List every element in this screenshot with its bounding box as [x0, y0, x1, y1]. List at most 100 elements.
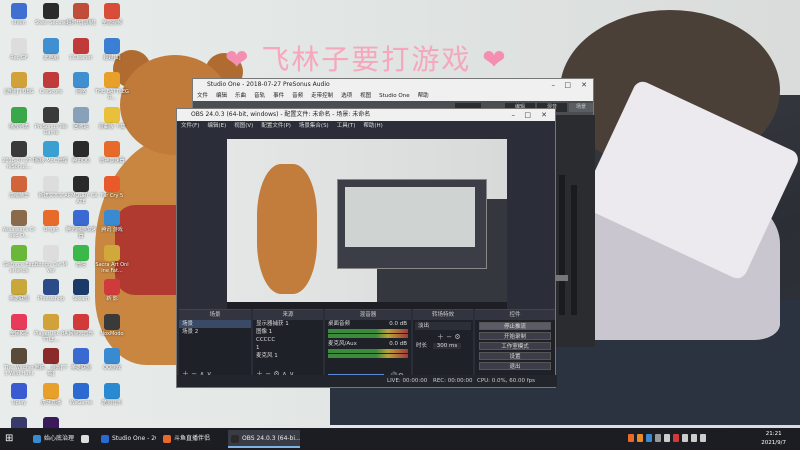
desktop-icon[interactable]: CreScore	[34, 72, 68, 110]
desktop-icon[interactable]: 腾讯QQ	[64, 141, 98, 179]
menu-item[interactable]: 配置文件(P)	[261, 123, 291, 129]
browse-button[interactable]: 场景	[569, 103, 593, 112]
studio-mode-button[interactable]: 工作室模式	[479, 342, 551, 350]
desktop-icon[interactable]: 英雄联盟	[2, 279, 36, 317]
desktop-icon[interactable]: Bongo Cat Mver	[34, 244, 68, 283]
desktop-icon[interactable]: WeGame	[64, 382, 98, 421]
minimize-icon[interactable]: –	[552, 79, 556, 91]
close-icon[interactable]: ✕	[581, 79, 587, 91]
desktop-icon[interactable]: PreSonus WeGame	[34, 106, 68, 145]
desktop-icon[interactable]: Steam	[64, 279, 98, 317]
desktop-icon[interactable]: 地铁... 游戏[下载]	[34, 348, 68, 386]
taskbar-clock[interactable]: 21:21 2021/9/7	[761, 430, 786, 448]
desktop-icon[interactable]: kiWin	[2, 3, 36, 41]
source-item[interactable]: 1	[253, 344, 323, 352]
desktop-icon[interactable]: 网易云音乐	[64, 313, 98, 352]
desktop-icon[interactable]: 雷神加速器	[95, 141, 129, 179]
minimize-icon[interactable]: –	[512, 109, 516, 121]
system-tray[interactable]	[628, 434, 709, 444]
stop-streaming-button[interactable]: 停止推流	[479, 322, 551, 330]
desktop-icon[interactable]: 回收站	[64, 106, 98, 145]
maximize-icon[interactable]: □	[564, 79, 571, 91]
desktop-icon[interactable]: Steel Secuse	[34, 3, 68, 41]
transition-select[interactable]: 淡出	[415, 322, 471, 330]
desktop-icon[interactable]: GeForce Experience	[2, 244, 36, 283]
source-item[interactable]: CCCCC	[253, 336, 323, 344]
desktop-icon[interactable]: Rec/GF	[2, 37, 36, 76]
desktop-icon[interactable]: 酷狗音乐	[95, 382, 129, 421]
desktop-icon[interactable]: 超时代[录制]	[64, 3, 98, 41]
menu-item[interactable]: 视图(V)	[234, 123, 253, 129]
desktop-icon[interactable]: 超级 MoC管理	[34, 141, 68, 179]
desktop-icon[interactable]: 网络	[64, 72, 98, 110]
studio-title-bar[interactable]: Studio One - 2018-07-27 PreSonus Audio –…	[193, 79, 593, 91]
desktop-icon[interactable]: QQ游戏	[95, 348, 129, 386]
menu-item[interactable]: 视图	[360, 93, 371, 99]
taskbar-item[interactable]: OBS 24.0.3 (64-bi...	[228, 430, 300, 448]
desktop-icon[interactable]: 新建文本文	[34, 175, 68, 214]
desktop-icon[interactable]: 新 影	[95, 279, 129, 317]
menu-item[interactable]: 场景集合(S)	[299, 123, 329, 129]
desktop-icon[interactable]: Uplay	[2, 382, 36, 421]
start-icon[interactable]: ⊞	[5, 433, 16, 444]
menu-item[interactable]: 选项	[341, 93, 352, 99]
desktop-icon[interactable]: CCleaner	[64, 37, 98, 76]
menu-item[interactable]: 乐曲	[235, 93, 246, 99]
source-item[interactable]: 图像 1	[253, 328, 323, 336]
desktop-icon[interactable]: Sacra Art Online Fat...	[95, 244, 129, 283]
menu-item[interactable]: 帮助(H)	[363, 123, 382, 129]
desktop-icon[interactable]: Far Cry 5	[95, 175, 129, 214]
duration-field[interactable]: 300 ms	[432, 343, 462, 349]
exit-button[interactable]: 退出	[479, 362, 551, 370]
desktop-icon[interactable]: THE BATTLEGR...	[95, 72, 129, 110]
desktop-icon[interactable]: PlayerUnk BATTLE...	[34, 313, 68, 352]
menu-item[interactable]: 走带控制	[311, 93, 333, 99]
desktop-icon[interactable]: 虎牙直播	[34, 382, 68, 421]
desktop-icon[interactable]: 全能视频	[95, 3, 129, 41]
obs-title-bar[interactable]: OBS 24.0.3 (64-bit, windows) - 配置文件: 未命名…	[177, 109, 555, 121]
desktop-icon[interactable]: NoxModo	[95, 313, 129, 352]
menu-item[interactable]: 编辑	[216, 93, 227, 99]
menu-item[interactable]: 工具(T)	[337, 123, 356, 129]
desktop-icon[interactable]: 英雄联盟	[64, 348, 98, 386]
desktop-icon[interactable]: 腾讯网游加速器	[64, 210, 98, 248]
scene-item[interactable]: 场景	[179, 320, 251, 328]
desktop-icon[interactable]: 2018-07-27 PreSonus...	[2, 141, 36, 179]
taskbar-item[interactable]: 斗鱼直播伴侣	[160, 430, 224, 448]
menu-item[interactable]: 文件	[197, 93, 208, 99]
desktop-icon[interactable]: 原曲版 下载	[95, 106, 129, 145]
menu-item[interactable]: 音频	[292, 93, 303, 99]
desktop-icon[interactable]: ARMOURY CRATE	[64, 175, 98, 214]
close-icon[interactable]: ✕	[541, 109, 547, 121]
desktop-icon[interactable]: Photoshop	[34, 279, 68, 317]
desktop-icon[interactable]: 全民K歌	[2, 313, 36, 352]
obs-window[interactable]: OBS 24.0.3 (64-bit, windows) - 配置文件: 未命名…	[176, 108, 557, 388]
menu-item[interactable]: 音轨	[254, 93, 265, 99]
desktop-icon[interactable]: 此电脑	[34, 37, 68, 76]
desktop-icon[interactable]: 浓缩精华	[2, 175, 36, 214]
menu-item[interactable]: 编辑(E)	[207, 123, 226, 129]
taskbar-item[interactable]: Studio One - 201...	[98, 430, 156, 448]
desktop-icon[interactable]: [游侠] PUBG	[2, 72, 36, 110]
start-recording-button[interactable]: 开始录制	[479, 332, 551, 340]
menu-item[interactable]: 文件(F)	[181, 123, 199, 129]
settings-button[interactable]: 设置	[479, 352, 551, 360]
desktop-icon[interactable]: Assassin's Creed O...	[2, 210, 36, 248]
scene-item[interactable]: 场景 2	[179, 328, 251, 336]
menu-item[interactable]: 帮助	[418, 93, 429, 99]
transition-controls[interactable]: ＋ − ⚙	[413, 332, 473, 342]
taskbar-item[interactable]	[78, 430, 96, 448]
desktop-icon[interactable]: 腾讯 游戏	[95, 210, 129, 248]
maximize-icon[interactable]: □	[524, 109, 531, 121]
source-item[interactable]: 麦克风 1	[253, 352, 323, 360]
desktop-icon[interactable]: 超越[1]	[95, 37, 129, 76]
obs-preview[interactable]	[227, 139, 507, 309]
desktop-icon[interactable]: Origin	[34, 210, 68, 248]
menu-item[interactable]: Studio One	[379, 93, 409, 99]
desktop-icon[interactable]: 播放列表	[2, 106, 36, 145]
desktop-icon[interactable]: The Witcher 3 Wild Hunt	[2, 348, 36, 386]
desktop-icon[interactable]: 微信	[64, 244, 98, 283]
taskbar-item[interactable]: 始心底治理理_效视...	[30, 430, 74, 448]
menu-item[interactable]: 事件	[273, 93, 284, 99]
source-item[interactable]: 显示器捕获 1	[253, 320, 323, 328]
